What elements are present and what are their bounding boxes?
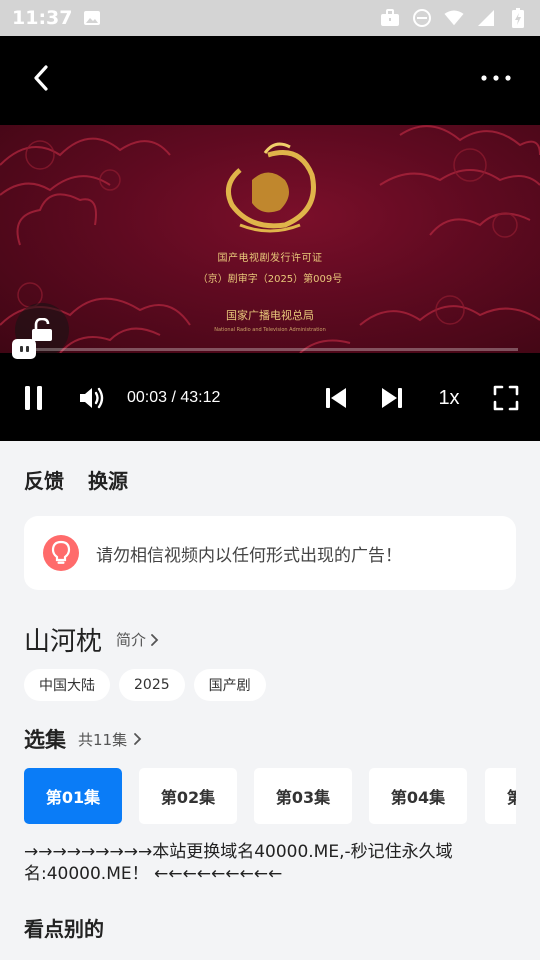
tag-region: 中国大陆 [24, 669, 110, 701]
volume-button[interactable] [76, 380, 108, 416]
episode-count: 共11集 [78, 730, 128, 749]
license-authority-en: National Radio and Television Administra… [214, 327, 326, 333]
chevron-right-icon [151, 633, 159, 646]
more-dots-icon [481, 75, 511, 81]
recommendations-heading: 看点别的 [24, 917, 104, 941]
signal-icon [476, 8, 496, 28]
domain-announcement: →→→→→→→→→本站更换域名40000.ME,-秒记住永久域名:40000.M… [24, 842, 453, 884]
next-episode-button[interactable] [376, 380, 408, 416]
episodes-header: 选集 共11集 [24, 724, 143, 754]
status-bar: 11:37 [0, 0, 540, 36]
player-top-bar [0, 36, 540, 124]
license-number: （京）剧审字（2025）第009号 [197, 274, 343, 285]
progress-bar[interactable] [20, 348, 518, 351]
license-authority: 国家广播电视总局 [226, 309, 314, 322]
time-display: 00:03 / 43:12 [127, 389, 221, 406]
player-controls: 00:03 / 43:12 1x [0, 373, 540, 423]
episode-button[interactable]: 第03集 [254, 768, 352, 824]
episode-button[interactable]: 第04集 [369, 768, 467, 824]
show-title-row: 山河枕 简介 [24, 621, 160, 658]
all-episodes-link[interactable]: 共11集 [78, 729, 143, 750]
ad-warning-notice: 请勿相信视频内以任何形式出现的广告！ [24, 516, 516, 590]
tag-year: 2025 [119, 669, 185, 701]
ad-warning-text: 请勿相信视频内以任何形式出现的广告！ [96, 545, 402, 566]
details-panel: 反馈 换源 请勿相信视频内以任何形式出现的广告！ 山河枕 简介 中国大陆 202… [0, 441, 540, 960]
video-frame[interactable]: 国产电视剧发行许可证 （京）剧审字（2025）第009号 国家广播电视总局 Na… [0, 125, 540, 353]
volume-icon [80, 387, 104, 409]
episode-button[interactable]: 第05集 [485, 768, 516, 824]
back-button[interactable] [22, 58, 62, 98]
previous-episode-button[interactable] [320, 380, 352, 416]
license-card: 国产电视剧发行许可证 （京）剧审字（2025）第009号 国家广播电视总局 Na… [170, 249, 370, 333]
pause-button[interactable] [18, 380, 50, 416]
lightbulb-icon [43, 535, 79, 571]
wifi-icon [444, 8, 464, 28]
do-not-disturb-icon [412, 8, 432, 28]
video-player[interactable]: 国产电视剧发行许可证 （京）剧审字（2025）第009号 国家广播电视总局 Na… [0, 36, 540, 441]
emblem-icon [225, 142, 316, 233]
chevron-left-icon [34, 65, 48, 91]
progress-thumb[interactable] [12, 339, 36, 359]
action-row: 反馈 换源 [24, 465, 128, 494]
tag-list: 中国大陆 2025 国产剧 [24, 669, 266, 701]
intro-link[interactable]: 简介 [116, 629, 160, 650]
fullscreen-button[interactable] [490, 380, 522, 416]
show-title: 山河枕 [24, 627, 103, 657]
episode-button[interactable]: 第02集 [139, 768, 237, 824]
chevron-right-icon [134, 733, 142, 745]
switch-source-button[interactable]: 换源 [88, 465, 128, 494]
more-options-button[interactable] [474, 58, 518, 98]
playback-speed-button[interactable]: 1x [432, 380, 466, 416]
tag-genre: 国产剧 [193, 669, 266, 701]
briefcase-icon [380, 8, 400, 28]
episode-list[interactable]: 第01集 第02集 第03集 第04集 第05集 [24, 768, 516, 824]
skip-next-icon [382, 388, 402, 408]
license-title: 国产电视剧发行许可证 [217, 253, 323, 264]
intro-label: 简介 [116, 631, 147, 649]
episodes-heading: 选集 [24, 728, 66, 752]
status-time: 11:37 [12, 7, 73, 29]
unlock-icon [32, 318, 52, 341]
image-notification-icon [82, 8, 102, 28]
episode-button[interactable]: 第01集 [24, 768, 122, 824]
skip-previous-icon [326, 388, 346, 408]
fullscreen-icon [493, 385, 519, 411]
pause-icon [25, 386, 42, 410]
battery-charging-icon [508, 8, 528, 28]
feedback-button[interactable]: 反馈 [24, 465, 64, 494]
